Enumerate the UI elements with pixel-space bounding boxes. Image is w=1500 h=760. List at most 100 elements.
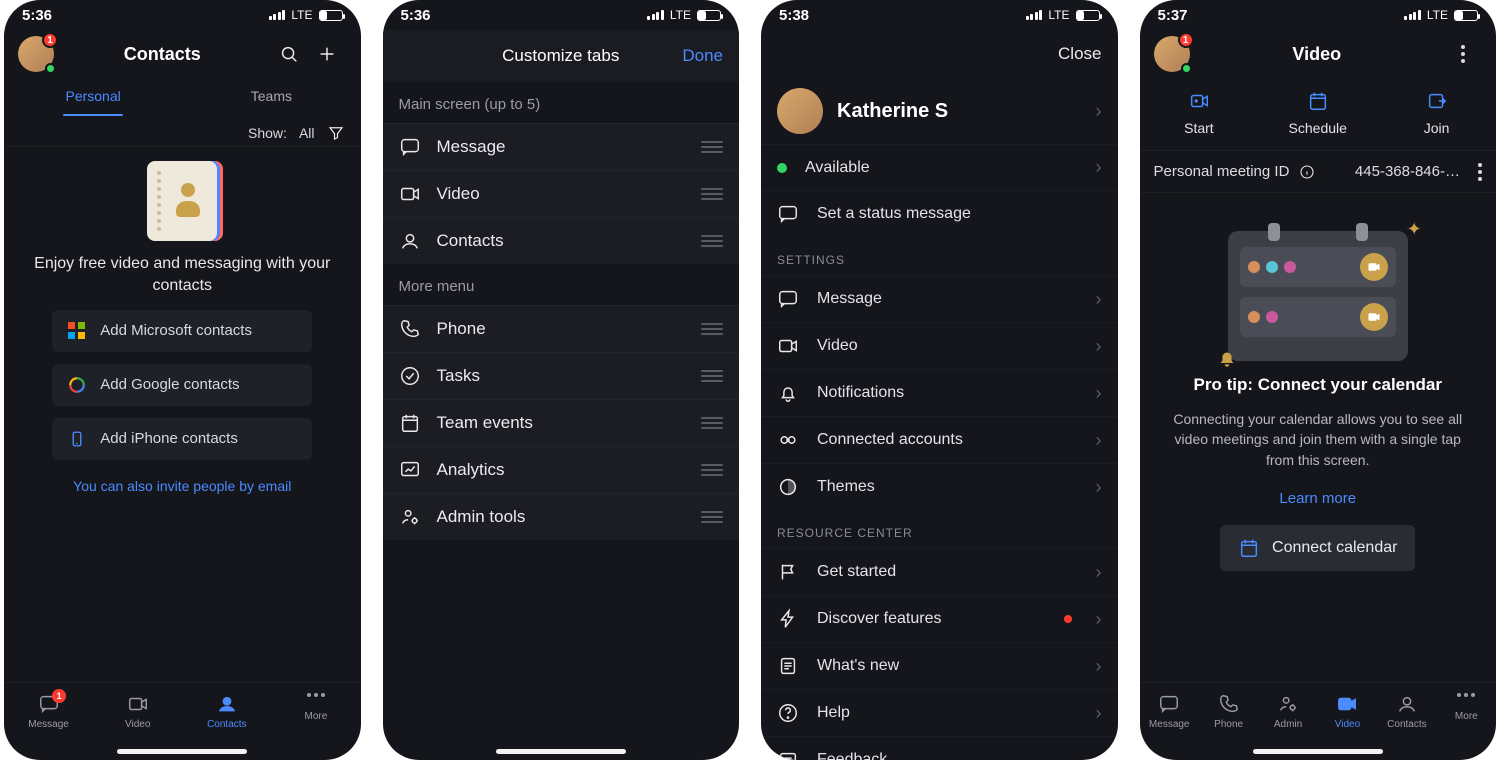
profile-row[interactable]: Katherine S › [761, 78, 1118, 144]
nav-phone[interactable]: Phone [1199, 693, 1258, 730]
battery-icon [319, 10, 343, 21]
tab-row-message[interactable]: Message [383, 123, 740, 170]
avatar-button[interactable]: 1 [1154, 36, 1190, 72]
rc-feedback[interactable]: Feedback [761, 736, 1118, 760]
presence-row[interactable]: Available › [761, 144, 1118, 190]
rc-discover-features[interactable]: Discover features› [761, 595, 1118, 642]
doc-icon [777, 655, 799, 677]
nav-message[interactable]: Message [1140, 693, 1199, 730]
tip-heading: Pro tip: Connect your calendar [1194, 375, 1442, 395]
nav-video[interactable]: Video [93, 693, 182, 730]
personal-meeting-id-row[interactable]: Personal meeting ID 445-368-846-… [1140, 151, 1497, 193]
nav-label: Video [125, 719, 150, 730]
drag-handle[interactable] [701, 511, 723, 523]
nav-admin[interactable]: Admin [1258, 693, 1317, 730]
invite-by-email-link[interactable]: You can also invite people by email [73, 478, 291, 494]
show-value[interactable]: All [299, 125, 315, 141]
more-icon [314, 693, 318, 697]
feedback-icon [777, 749, 799, 760]
nav-contacts[interactable]: Contacts [182, 693, 271, 730]
add-microsoft-contacts-button[interactable]: Add Microsoft contacts [52, 310, 312, 352]
add-button[interactable] [308, 35, 346, 73]
tab-row-analytics[interactable]: Analytics [383, 446, 740, 493]
nav-more[interactable]: More [271, 693, 360, 722]
link-icon [777, 429, 799, 451]
signal-icon [1026, 10, 1043, 20]
learn-more-link[interactable]: Learn more [1279, 490, 1356, 507]
more-icon [1464, 693, 1468, 697]
drag-handle[interactable] [701, 464, 723, 476]
add-iphone-contacts-button[interactable]: Add iPhone contacts [52, 418, 312, 460]
tab-teams[interactable]: Teams [182, 78, 360, 116]
settings-notifications[interactable]: Notifications› [761, 369, 1118, 416]
video-icon [777, 335, 799, 357]
join-meeting-button[interactable]: Join [1377, 78, 1496, 150]
close-button[interactable]: Close [1058, 44, 1101, 64]
settings-themes[interactable]: Themes› [761, 463, 1118, 510]
row-label: Phone [437, 319, 686, 339]
schedule-meeting-button[interactable]: Schedule [1258, 78, 1377, 150]
home-indicator[interactable] [117, 749, 247, 754]
tab-row-contacts[interactable]: Contacts [383, 217, 740, 264]
pmi-more-button[interactable] [1478, 170, 1482, 174]
more-vertical-icon [1461, 52, 1465, 56]
nav-label: Contacts [207, 719, 246, 730]
overflow-button[interactable] [1444, 35, 1482, 73]
action-label: Schedule [1289, 120, 1347, 136]
presence-dot [777, 163, 787, 173]
rc-whats-new[interactable]: What's new› [761, 642, 1118, 689]
google-icon [68, 376, 86, 394]
nav-label: Admin [1274, 719, 1302, 730]
pro-tip: ✦ Pro tip: Connect your calendar Connect… [1140, 193, 1497, 682]
rc-get-started[interactable]: Get started› [761, 548, 1118, 595]
tab-row-team-events[interactable]: Team events [383, 399, 740, 446]
phone-icon [399, 318, 421, 340]
settings-connected-accounts[interactable]: Connected accounts› [761, 416, 1118, 463]
nav-message-badge: 1 [52, 689, 66, 703]
status-time: 5:36 [401, 7, 431, 24]
settings-message[interactable]: Message› [761, 275, 1118, 322]
add-google-contacts-button[interactable]: Add Google contacts [52, 364, 312, 406]
filter-button[interactable] [327, 124, 345, 142]
drag-handle[interactable] [701, 141, 723, 153]
presence-label: Available [805, 159, 1078, 177]
avatar-badge: 1 [42, 32, 58, 48]
nav-message[interactable]: 1 Message [4, 693, 93, 730]
nav-contacts[interactable]: Contacts [1377, 693, 1436, 730]
tab-row-video[interactable]: Video [383, 170, 740, 217]
status-time: 5:38 [779, 7, 809, 24]
tab-row-admin-tools[interactable]: Admin tools [383, 493, 740, 540]
tab-row-tasks[interactable]: Tasks [383, 352, 740, 399]
signal-icon [647, 10, 664, 20]
pmi-label: Personal meeting ID [1154, 163, 1290, 180]
contacts-icon [399, 230, 421, 252]
nav-more[interactable]: More [1437, 693, 1496, 722]
status-bar: 5:37 LTE [1140, 0, 1497, 30]
tab-personal[interactable]: Personal [4, 78, 182, 116]
status-message-row[interactable]: Set a status message [761, 190, 1118, 237]
nav-video[interactable]: Video [1318, 693, 1377, 730]
drag-handle[interactable] [701, 417, 723, 429]
avatar-button[interactable]: 1 [18, 36, 54, 72]
done-button[interactable]: Done [682, 46, 723, 66]
rc-help[interactable]: Help› [761, 689, 1118, 736]
drag-handle[interactable] [701, 323, 723, 335]
video-actions: Start Schedule Join [1140, 78, 1497, 151]
settings-video[interactable]: Video› [761, 322, 1118, 369]
home-indicator[interactable] [496, 749, 626, 754]
section-header-resource-center: RESOURCE CENTER [761, 510, 1118, 548]
chevron-right-icon: › [1096, 430, 1102, 451]
tab-row-phone[interactable]: Phone [383, 305, 740, 352]
drag-handle[interactable] [701, 235, 723, 247]
nav-label: Message [1149, 719, 1190, 730]
home-indicator[interactable] [1253, 749, 1383, 754]
search-button[interactable] [270, 35, 308, 73]
sheet-title: Customize tabs [502, 46, 619, 66]
drag-handle[interactable] [701, 370, 723, 382]
button-label: Connect calendar [1272, 539, 1397, 557]
connect-calendar-button[interactable]: Connect calendar [1220, 525, 1415, 571]
drag-handle[interactable] [701, 188, 723, 200]
start-meeting-button[interactable]: Start [1140, 78, 1259, 150]
info-icon[interactable] [1299, 164, 1315, 180]
video-icon [399, 183, 421, 205]
